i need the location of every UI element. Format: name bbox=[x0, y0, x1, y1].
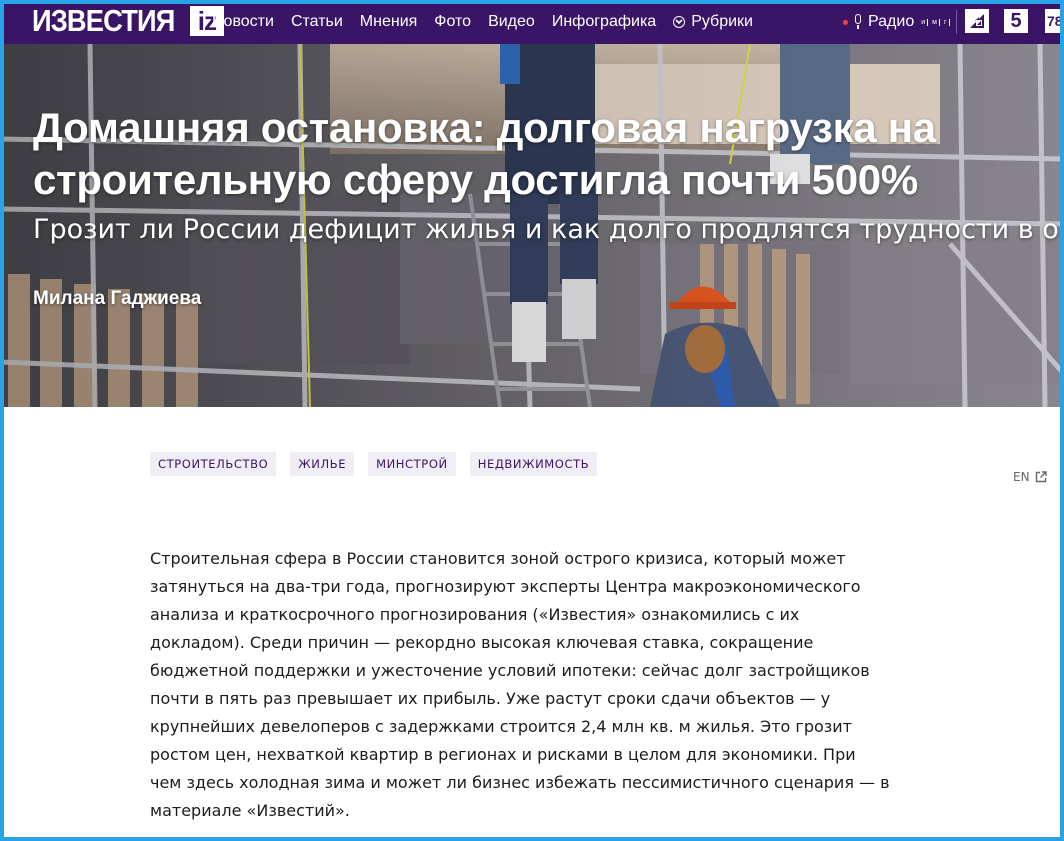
article-tags: СТРОИТЕЛЬСТВО ЖИЛЬЕ МИНСТРОЙ НЕДВИЖИМОСТ… bbox=[150, 452, 598, 476]
rubrics-label: Рубрики bbox=[691, 13, 753, 30]
divider bbox=[956, 10, 957, 34]
tag-real-estate[interactable]: НЕДВИЖИМОСТЬ bbox=[469, 452, 598, 476]
channel-5-logo[interactable]: 5 bbox=[1004, 9, 1028, 33]
article-author[interactable]: Милана Гаджиева bbox=[33, 288, 201, 310]
hero-image: Домашняя остановка: долговая нагрузка на… bbox=[0, 44, 1064, 407]
external-link-icon bbox=[1035, 471, 1047, 483]
menu-item-opinions[interactable]: Мнения bbox=[360, 13, 418, 31]
live-dot-icon bbox=[843, 19, 848, 25]
radio-badge: и bbox=[919, 18, 929, 26]
chevron-down-circle-icon bbox=[673, 16, 686, 28]
channel-logo-partial[interactable]: 78 bbox=[1045, 9, 1064, 33]
menu-item-infographics[interactable]: Инфографика bbox=[552, 13, 656, 31]
lang-label: EN bbox=[1013, 470, 1030, 484]
tag-housing[interactable]: ЖИЛЬЕ bbox=[290, 452, 355, 476]
site-logo[interactable]: ИЗВЕСТИЯ iz bbox=[32, 3, 224, 38]
article-subtitle: Грозит ли России дефицит жилья и как дол… bbox=[33, 214, 1064, 245]
menu-item-articles[interactable]: Статьи bbox=[291, 13, 343, 31]
article-headline: Домашняя остановка: долговая нагрузка на… bbox=[33, 104, 936, 203]
english-version-link[interactable]: EN bbox=[1013, 470, 1047, 484]
radio-link[interactable]: Радио и м г bbox=[843, 0, 950, 44]
top-navigation: ИЗВЕСТИЯ iz Новости Статьи Мнения Фото В… bbox=[0, 0, 1064, 44]
menu-item-rubrics[interactable]: Рубрики bbox=[673, 13, 753, 31]
radio-label: Радио bbox=[868, 13, 915, 30]
main-menu: Новости Статьи Мнения Фото Видео Инфогра… bbox=[212, 0, 770, 44]
tag-minstroy[interactable]: МИНСТРОЙ bbox=[368, 452, 456, 476]
tag-construction[interactable]: СТРОИТЕЛЬСТВО bbox=[150, 452, 277, 476]
menu-item-photo[interactable]: Фото bbox=[434, 13, 471, 31]
article-lead-paragraph: Строительная сфера в России становится з… bbox=[150, 549, 890, 820]
radio-badge: г bbox=[942, 18, 950, 26]
channel-logo-icon[interactable] bbox=[965, 9, 989, 33]
menu-item-video[interactable]: Видео bbox=[488, 13, 535, 31]
radio-badge: м bbox=[930, 18, 940, 26]
microphone-icon bbox=[853, 14, 863, 30]
menu-item-news[interactable]: Новости bbox=[212, 13, 274, 31]
radio-badges: и м г bbox=[919, 18, 950, 26]
logo-text: ИЗВЕСТИЯ bbox=[32, 3, 175, 38]
